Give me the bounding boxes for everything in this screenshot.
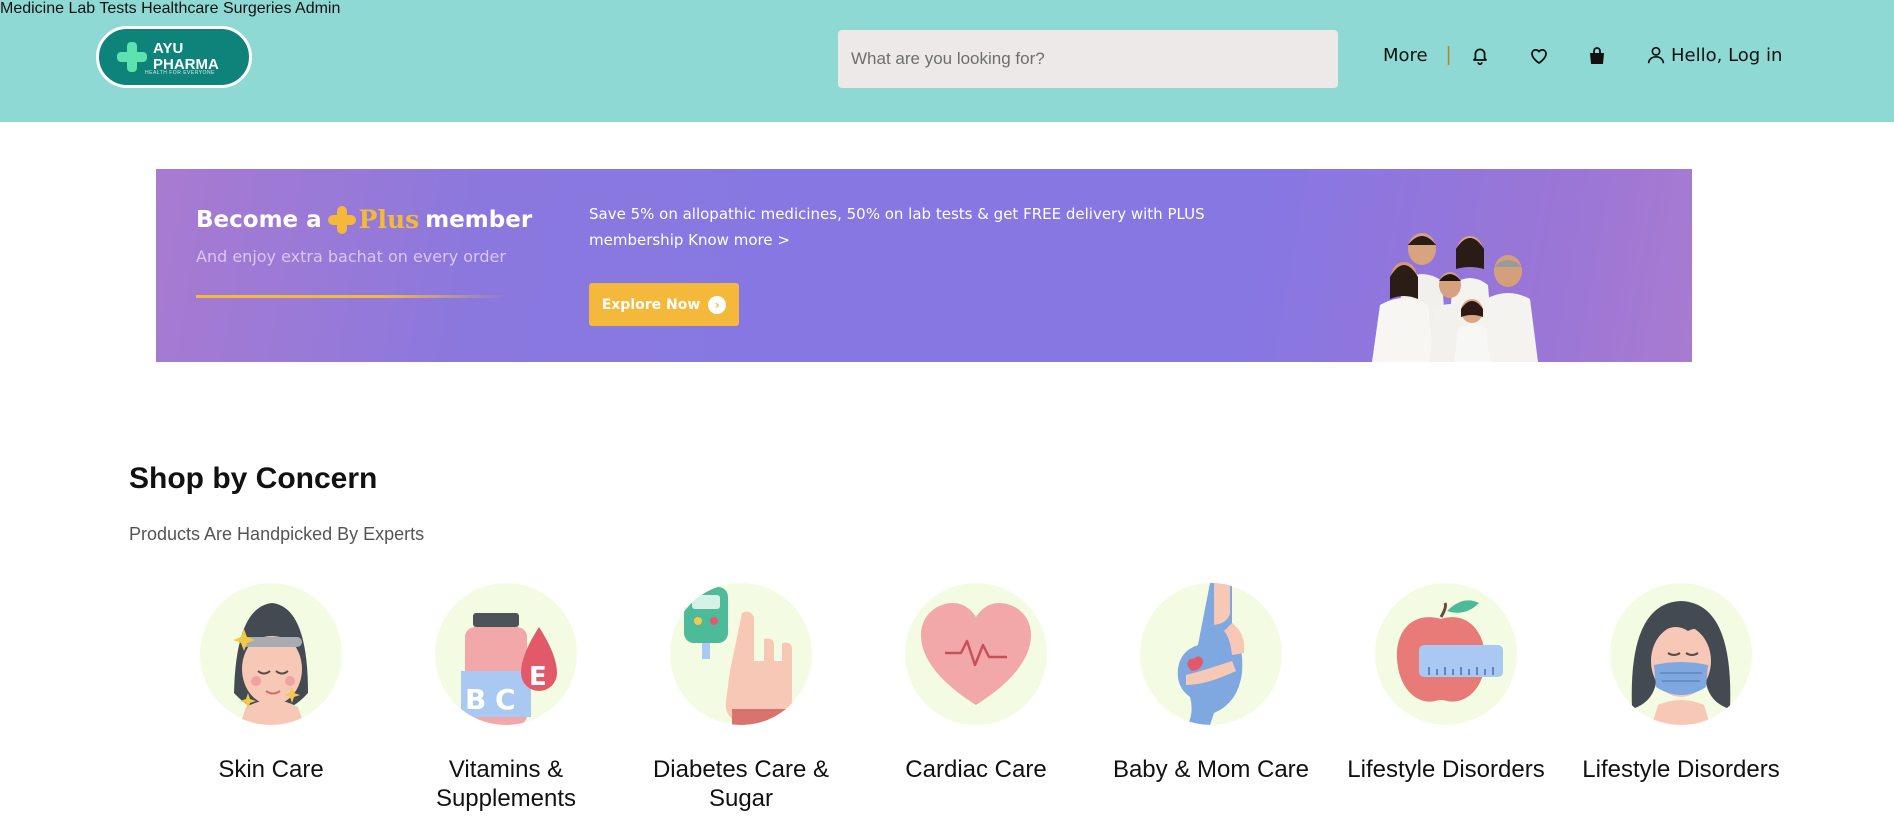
logo-text: AYU PHARMA [153,41,219,73]
separator: | [1446,44,1452,66]
nav-lab-tests[interactable]: Lab Tests [68,0,136,17]
section-title: Shop by Concern [129,462,378,495]
more-menu[interactable]: More [1383,45,1428,66]
arrow-right-icon: › [708,295,727,314]
category-cardiac-care[interactable]: Cardiac Care [876,583,1076,784]
banner-title: Become a Plus member [196,205,532,234]
lifestyle-mask-icon [1610,583,1752,725]
cardiac-icon [905,583,1047,725]
skin-care-icon [200,583,342,725]
user-icon [1647,46,1665,64]
logo-tagline: HEALTH FOR EVERYONE [145,70,215,76]
logo-cross-icon [117,42,147,72]
plus-text: Plus [358,205,420,234]
category-label: Vitamins & Supplements [435,756,577,812]
category-vitamins-supplements[interactable]: B C E Vitamins & Supplements [406,583,606,813]
main-nav: Medicine Lab Tests Healthcare Surgeries … [0,0,1894,18]
lifestyle-apple-icon [1375,583,1517,725]
category-skin-care[interactable]: Skin Care [171,583,371,784]
plus-logo: Plus [327,205,420,234]
category-label: Diabetes Care & Sugar [652,756,830,812]
diabetes-icon [670,583,812,725]
family-photo-image [1372,233,1538,362]
banner-title-suffix: member [425,206,533,233]
banner-description: Save 5% on allopathic medicines, 50% on … [589,205,1205,249]
svg-text:B: B [465,683,486,716]
login-button[interactable]: Hello, Log in [1645,44,1782,66]
category-label: Baby & Mom Care [1112,756,1310,783]
login-label: Hello, Log in [1671,44,1783,66]
category-baby-mom-care[interactable]: Baby & Mom Care [1111,583,1311,784]
category-label: Lifestyle Disorders [1582,756,1780,783]
logo-line1: AYU [153,40,184,57]
search-input[interactable] [838,30,1338,88]
nav-medicine[interactable]: Medicine [0,0,64,17]
bell-icon[interactable] [1468,44,1492,68]
banner-subtitle: And enjoy extra bachat on every order [196,247,506,266]
explore-now-button[interactable]: Explore Now › [589,283,739,326]
category-diabetes-care[interactable]: Diabetes Care & Sugar [641,583,841,813]
category-label: Skin Care [218,756,324,783]
svg-text:C: C [495,683,516,716]
category-label: Lifestyle Disorders [1347,756,1545,783]
section-subtitle: Products Are Handpicked By Experts [129,524,425,544]
logo[interactable]: AYU PHARMA HEALTH FOR EVERYONE [96,26,252,88]
category-label: Cardiac Care [905,756,1047,783]
banner-underline [196,295,508,298]
category-lifestyle-disorders-1[interactable]: Lifestyle Disorders [1346,583,1546,784]
nav-admin[interactable]: Admin [295,0,340,17]
explore-now-label: Explore Now [601,296,701,313]
vitamins-icon: B C E [435,583,577,725]
svg-text:E: E [529,662,547,692]
baby-mom-icon [1140,583,1282,725]
plus-membership-banner[interactable]: Become a Plus member And enjoy extra bac… [156,169,1692,362]
heart-icon[interactable] [1527,44,1551,68]
category-lifestyle-disorders-2[interactable]: Lifestyle Disorders [1581,583,1781,784]
bag-icon[interactable] [1585,44,1609,68]
nav-surgeries[interactable]: Surgeries [223,0,291,17]
nav-healthcare[interactable]: Healthcare [141,0,218,17]
plus-cross-icon [327,205,356,234]
top-header: AYU PHARMA HEALTH FOR EVERYONE Medicine … [0,0,1894,122]
banner-title-prefix: Become a [196,206,322,233]
